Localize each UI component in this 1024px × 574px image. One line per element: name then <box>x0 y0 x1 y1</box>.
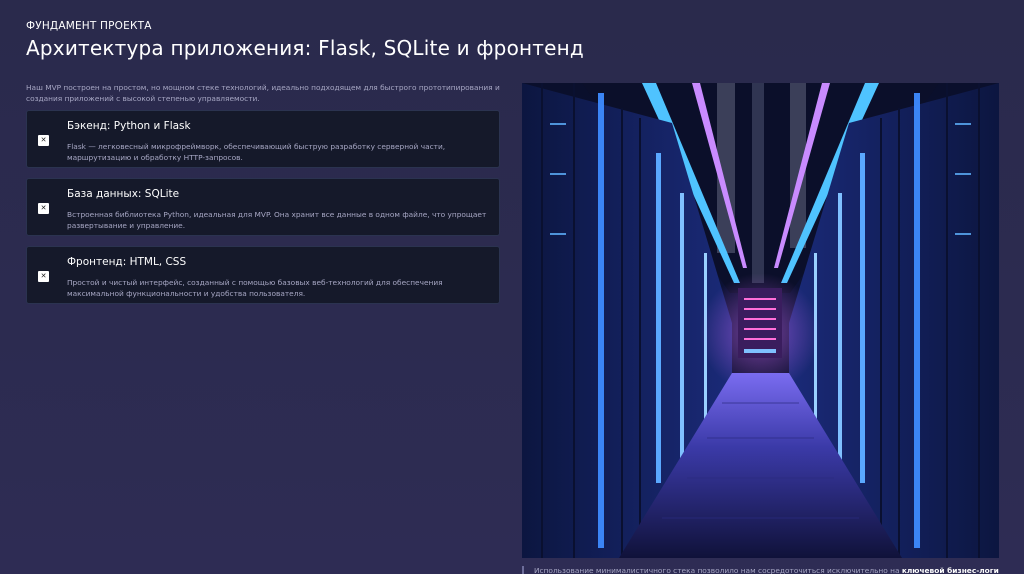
card-database: ✕ База данных: SQLite Встроенная библиот… <box>26 178 500 236</box>
card-text: Flask — легковесный микрофреймворк, обес… <box>67 142 446 162</box>
card-backend: ✕ Бэкенд: Python и Flask Flask — легкове… <box>26 110 500 168</box>
image-caption: Использование минималистичного стека поз… <box>522 566 999 574</box>
card-title: Фронтенд: HTML, CSS <box>67 256 187 268</box>
card-title: База данных: SQLite <box>67 188 180 200</box>
checkbox-icon: ✕ <box>38 203 49 214</box>
checkbox-icon: ✕ <box>38 271 49 282</box>
eyebrow-label: ФУНДАМЕНТ ПРОЕКТА <box>26 20 152 32</box>
card-title: Бэкенд: Python и Flask <box>67 120 191 132</box>
card-text: Простой и чистый интерфейс, созданный с … <box>67 278 443 298</box>
server-room-image <box>522 83 999 558</box>
card-text: Встроенная библиотека Python, идеальная … <box>67 210 487 230</box>
intro-text: Наш MVP построен на простом, но мощном с… <box>26 83 500 103</box>
checkbox-icon: ✕ <box>38 135 49 146</box>
card-frontend: ✕ Фронтенд: HTML, CSS Простой и чистый и… <box>26 246 500 304</box>
page-title: Архитектура приложения: Flask, SQLite и … <box>26 36 584 60</box>
server-corridor-illustration <box>522 83 999 558</box>
caption-text: Использование минималистичного стека поз… <box>534 566 900 574</box>
caption-bold: ключевой бизнес-логике <box>901 566 999 574</box>
